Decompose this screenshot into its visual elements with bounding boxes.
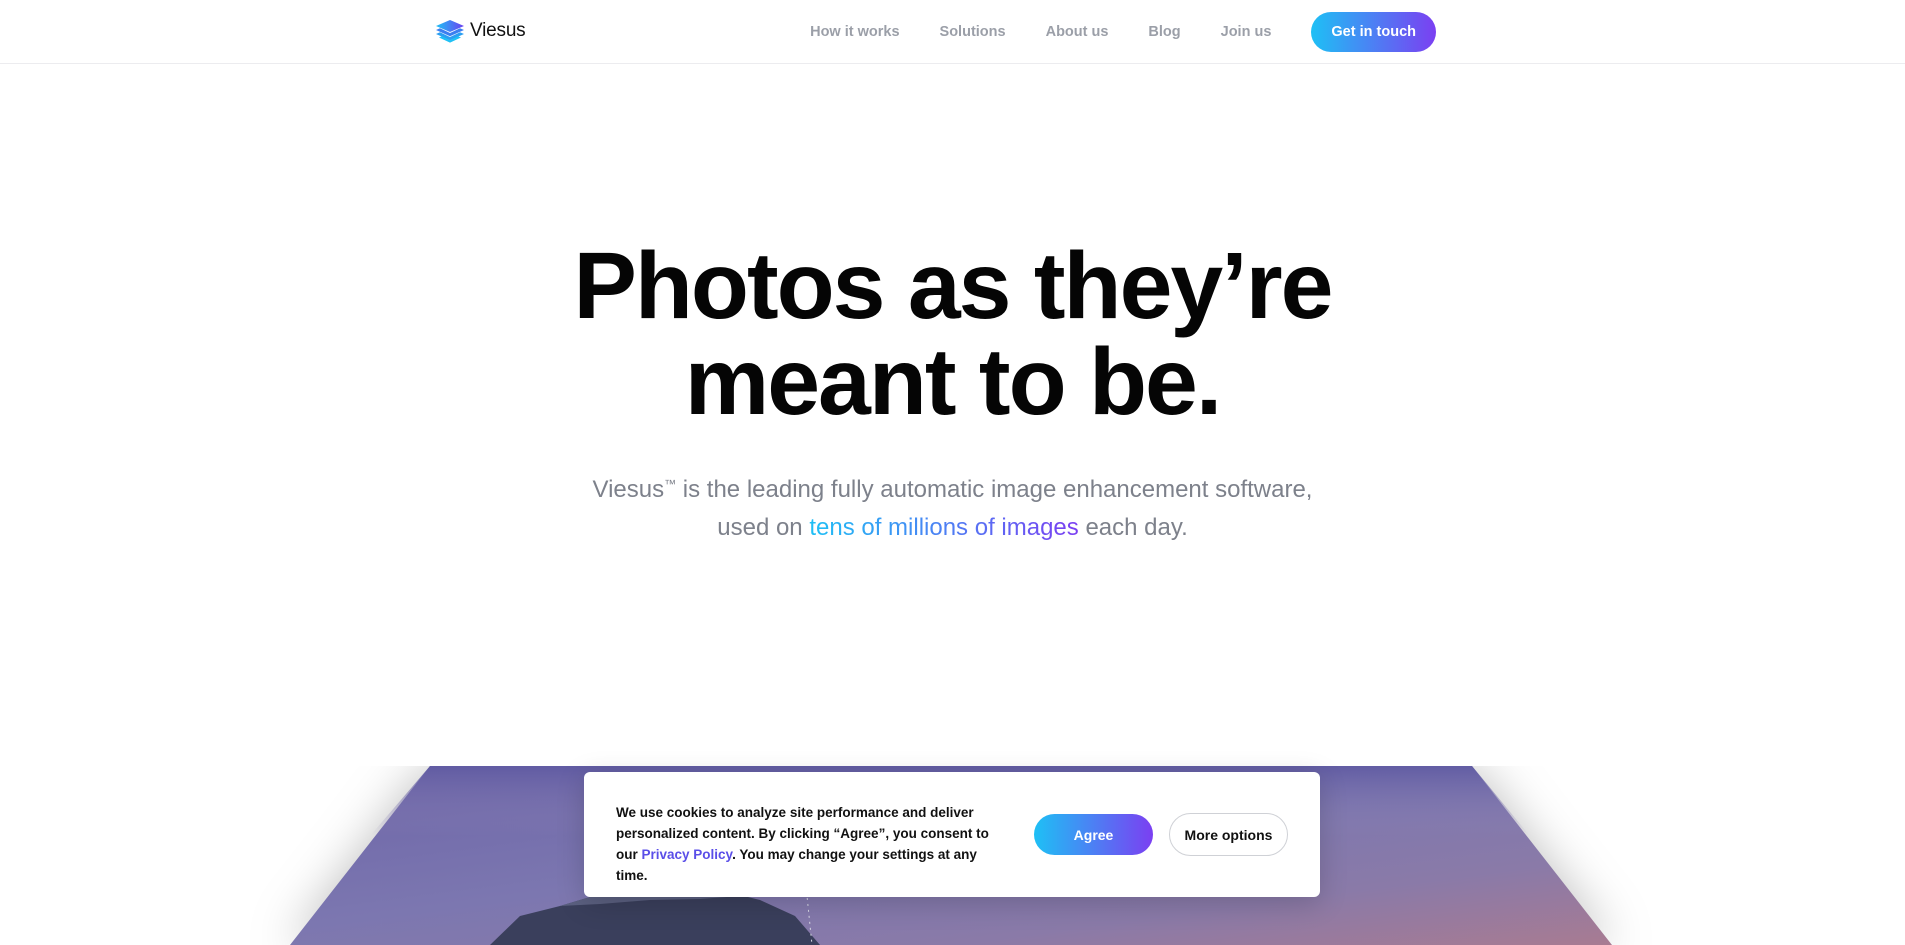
agree-button[interactable]: Agree [1034, 814, 1153, 855]
more-options-button[interactable]: More options [1169, 813, 1288, 856]
nav-link-about-us[interactable]: About us [1046, 24, 1109, 40]
trademark-symbol: ™ [664, 477, 677, 491]
nav-link-blog[interactable]: Blog [1148, 24, 1180, 40]
subtitle-line-2-start: used on [717, 514, 810, 541]
get-in-touch-button[interactable]: Get in touch [1311, 12, 1436, 52]
hero-subtitle-line-1: Viesus™ is the leading fully automatic i… [0, 465, 1905, 509]
stacked-layers-logo-icon [436, 20, 464, 43]
hero-subtitle-line-2: used on tens of millions of images each … [0, 509, 1905, 547]
hero-subtitle: Viesus™ is the leading fully automatic i… [0, 465, 1905, 547]
main-nav: How it works Solutions About us Blog Joi… [810, 12, 1436, 52]
subtitle-line-1-text: is the leading fully automatic image enh… [676, 476, 1313, 503]
nav-link-solutions[interactable]: Solutions [940, 24, 1006, 40]
cookie-banner: We use cookies to analyze site performan… [584, 772, 1320, 897]
brand-name: Viesus [470, 20, 526, 41]
nav-link-join-us[interactable]: Join us [1221, 24, 1272, 40]
hero-title: Photos as they’re meant to be. [0, 238, 1905, 430]
cookie-message: We use cookies to analyze site performan… [616, 802, 1011, 886]
subtitle-brand: Viesus [592, 476, 665, 503]
site-header: Viesus How it works Solutions About us B… [0, 0, 1905, 64]
hero-title-line-2: meant to be. [684, 329, 1223, 435]
subtitle-highlight: tens of millions of images [809, 514, 1079, 541]
nav-link-how-it-works[interactable]: How it works [810, 24, 899, 40]
privacy-policy-link[interactable]: Privacy Policy [642, 847, 733, 862]
brand-logo[interactable]: Viesus [434, 17, 526, 45]
hero-title-line-1: Photos as they’re [573, 233, 1334, 339]
subtitle-line-2-end: each day. [1078, 514, 1188, 541]
